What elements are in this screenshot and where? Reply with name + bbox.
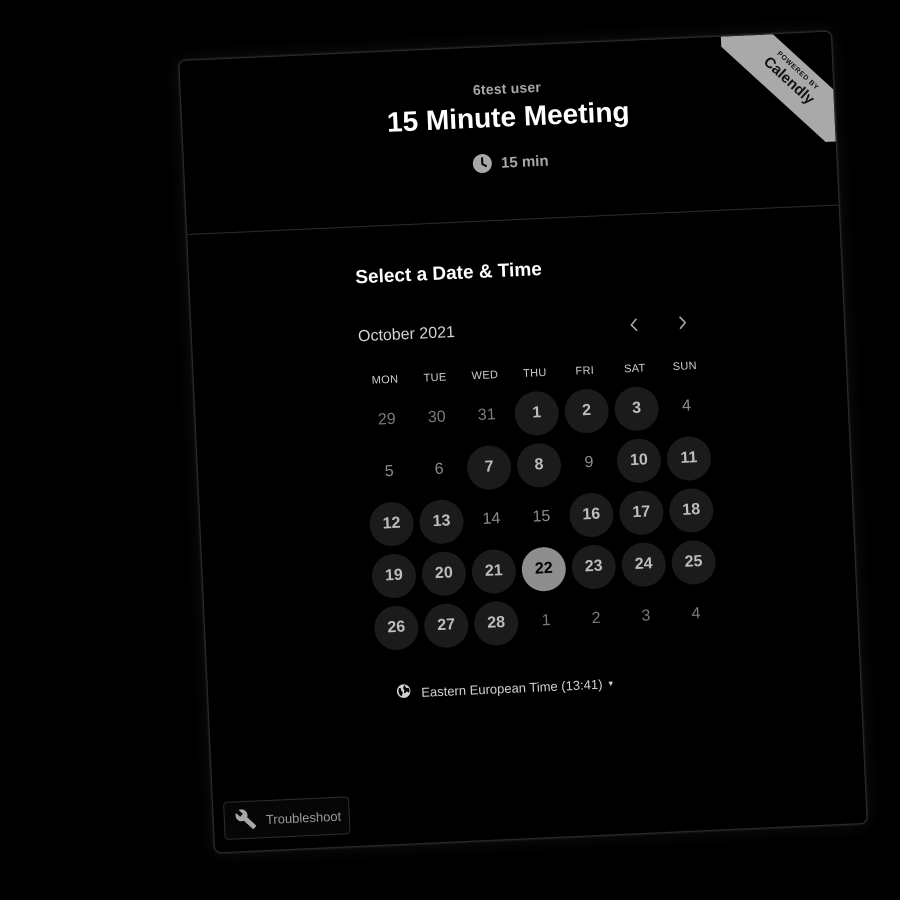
- powered-by-badge[interactable]: POWERED BY Calendly: [720, 31, 836, 147]
- calendar-day[interactable]: 8: [513, 438, 565, 492]
- calendar-day-number: 5: [384, 462, 395, 481]
- calendar-day-number: 1: [541, 611, 551, 630]
- calendar-day[interactable]: 3: [610, 382, 662, 436]
- calendar-day-number: 17: [618, 489, 665, 536]
- calendar-day-number: 22: [520, 546, 567, 593]
- calendar-day: 1: [520, 594, 572, 648]
- calendar-day: 2: [570, 592, 622, 646]
- calendar-day[interactable]: 19: [368, 549, 420, 603]
- timezone-selector[interactable]: Eastern European Time (13:41) ▾: [396, 669, 726, 702]
- calendar-day-number: 4: [691, 605, 701, 623]
- timezone-label: Eastern European Time (13:41): [420, 676, 603, 700]
- calendar-day: 4: [660, 379, 712, 433]
- calendar-day[interactable]: 12: [365, 497, 417, 551]
- calendar-day[interactable]: 28: [470, 596, 522, 650]
- calendar-day-number: 30: [427, 408, 447, 427]
- calendar-day[interactable]: 2: [561, 384, 613, 438]
- calendar-day[interactable]: 26: [370, 601, 422, 655]
- calendar-day-number: 29: [377, 410, 397, 429]
- calendar-day-number: 23: [570, 543, 617, 590]
- calendar-day-number: 13: [418, 498, 465, 545]
- calendar-day-number: 25: [670, 539, 717, 586]
- calendar-day: 30: [411, 391, 463, 445]
- weekday-label: TUE: [423, 371, 447, 385]
- calendar-day-number: 24: [620, 541, 667, 588]
- calendar-day[interactable]: 20: [418, 547, 470, 601]
- calendar-day: 14: [465, 492, 517, 546]
- calendar-day-number: 16: [568, 491, 615, 538]
- weekday-label: THU: [522, 366, 547, 380]
- caret-down-icon: ▾: [608, 677, 614, 688]
- date-picker: Select a Date & Time October 2021 MON TU…: [355, 251, 726, 703]
- calendar-day-number: 11: [665, 435, 712, 482]
- calendar-day: 9: [563, 436, 615, 490]
- calendar-day-selected[interactable]: 22: [518, 542, 570, 596]
- wrench-icon: [234, 807, 257, 833]
- chevron-left-icon: [630, 318, 638, 332]
- calendar-day[interactable]: 10: [613, 434, 665, 488]
- calendar-day-number: 20: [420, 550, 467, 597]
- weekday-label: MON: [371, 373, 399, 387]
- calendar-day-number: 21: [470, 548, 517, 595]
- calendar-day[interactable]: 27: [420, 599, 472, 653]
- calendar-day: 3: [620, 589, 672, 643]
- calendar-day-number: 12: [368, 501, 415, 548]
- troubleshoot-button[interactable]: Troubleshoot: [223, 796, 352, 840]
- calendar-day[interactable]: 18: [665, 483, 717, 537]
- calendar-day-number: 7: [466, 444, 513, 491]
- calendar-day-number: 8: [516, 442, 563, 489]
- powered-by-ribbon[interactable]: POWERED BY Calendly: [720, 31, 836, 147]
- previous-month-button[interactable]: [621, 312, 646, 337]
- month-label: October 2021: [357, 323, 456, 346]
- calendar-day-number: 27: [423, 602, 470, 649]
- calendar-day-number: 15: [532, 507, 551, 526]
- calendar-day[interactable]: 16: [565, 488, 617, 542]
- calendar-day-number: 14: [482, 510, 501, 528]
- calendar-day: 29: [361, 393, 413, 447]
- booking-card: 6test user 15 Minute Meeting 15 min POWE…: [178, 30, 868, 854]
- weekday-label: WED: [471, 369, 499, 383]
- calendar-day[interactable]: 21: [468, 544, 520, 598]
- calendar-day[interactable]: 13: [415, 495, 467, 549]
- month-navigation: October 2021: [358, 309, 711, 349]
- calendar-day-number: 28: [473, 600, 520, 647]
- calendar-day[interactable]: 1: [511, 386, 563, 440]
- weekday-label: FRI: [575, 364, 595, 378]
- calendar-days-grid: 29 30 31 1 2 3 4 5 6 7 8 9 10 11 12 13 14 15 16 17 18 19 20 21 2…: [361, 379, 724, 655]
- calendar-day-number: 3: [641, 607, 651, 625]
- calendar-day[interactable]: 11: [663, 431, 715, 485]
- weekday-label: SAT: [623, 362, 646, 376]
- calendar-day: 31: [461, 389, 513, 443]
- calendar-day-number: 19: [370, 553, 417, 599]
- weekday-label: SUN: [672, 360, 698, 374]
- calendar-day-number: 6: [434, 460, 444, 479]
- screen-background: 6test user 15 Minute Meeting 15 min POWE…: [0, 0, 900, 900]
- troubleshoot-label: Troubleshoot: [265, 808, 342, 827]
- calendar-day[interactable]: 24: [618, 538, 670, 592]
- calendar-day[interactable]: 7: [463, 440, 515, 494]
- chevron-right-icon: [679, 316, 687, 330]
- globe-icon: [396, 683, 412, 702]
- calendar-day[interactable]: 23: [568, 540, 620, 594]
- calendar-day[interactable]: 17: [615, 486, 667, 540]
- next-month-button[interactable]: [670, 310, 695, 335]
- calendar-day-number: 18: [668, 487, 715, 534]
- calendar-day: 5: [363, 445, 415, 499]
- calendar-day-number: 2: [591, 609, 601, 628]
- section-title: Select a Date & Time: [354, 258, 543, 289]
- duration-label: 15 min: [500, 152, 549, 172]
- calendar-day-number: 26: [373, 604, 420, 651]
- calendar-day-number: 1: [513, 390, 560, 437]
- calendar-day-number: 9: [584, 453, 594, 472]
- calendar-day-number: 31: [477, 406, 497, 425]
- calendar-day: 4: [670, 587, 722, 641]
- calendar-day-number: 2: [563, 388, 610, 435]
- calendar-day[interactable]: 25: [667, 535, 719, 589]
- calendar-day: 6: [413, 443, 465, 497]
- calendar-day: 15: [515, 490, 567, 544]
- calendar-day-number: 4: [681, 397, 692, 415]
- calendar-day-number: 10: [615, 437, 662, 484]
- clock-icon: [472, 153, 493, 174]
- calendar-day-number: 3: [613, 385, 660, 432]
